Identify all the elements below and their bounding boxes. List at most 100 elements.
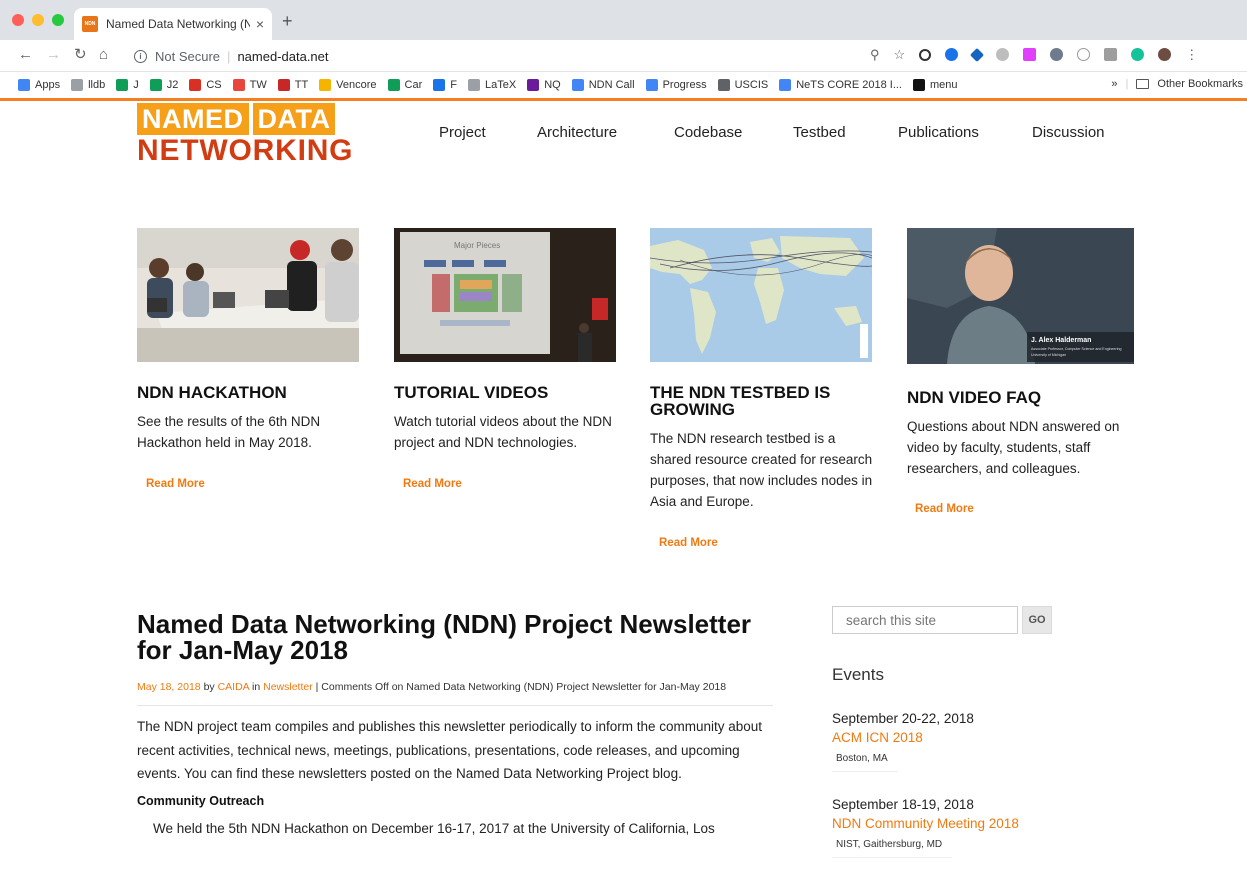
nav-architecture[interactable]: Architecture — [537, 124, 617, 141]
card-title[interactable]: THE NDN TESTBED IS GROWING — [650, 384, 878, 418]
bookmark-item[interactable]: LaTeX — [468, 79, 516, 91]
tutorial-photo[interactable]: Major Pieces — [394, 228, 616, 362]
hackathon-photo[interactable] — [137, 228, 359, 362]
extension-square-icon[interactable] — [1104, 48, 1118, 61]
extension-grey-icon[interactable] — [996, 48, 1010, 61]
extension-arrow-icon[interactable] — [970, 47, 985, 62]
new-tab-button[interactable]: + — [282, 12, 293, 30]
video-caption-role: Associate Professor, Computer Science an… — [1031, 347, 1122, 351]
post-category-link[interactable]: Newsletter — [263, 681, 313, 693]
read-more-link[interactable]: Read More — [650, 537, 878, 549]
zoom-icon[interactable]: ⚲ — [870, 48, 880, 61]
page-icon — [468, 79, 481, 91]
bookmark-item[interactable]: TT — [277, 79, 309, 91]
post-date-link[interactable]: May 18, 2018 — [137, 681, 201, 693]
browser-tab[interactable]: NDN Named Data Networking (NDN × — [74, 8, 272, 40]
read-more-link[interactable]: Read More — [137, 478, 365, 490]
bookmark-star-icon[interactable]: ☆ — [894, 48, 906, 61]
card-title[interactable]: NDN HACKATHON — [137, 384, 365, 401]
logo-word-named: NAMED — [137, 103, 249, 135]
nav-publications[interactable]: Publications — [898, 124, 979, 141]
maximize-window-button[interactable] — [52, 14, 64, 26]
bookmark-item[interactable]: TW — [232, 79, 267, 91]
slide-title: Major Pieces — [454, 241, 500, 250]
tab-close-icon[interactable]: × — [256, 16, 264, 32]
docs-icon — [779, 79, 792, 91]
search-go-button[interactable]: GO — [1022, 606, 1052, 634]
nav-discussion[interactable]: Discussion — [1032, 124, 1105, 141]
section-text: We held the 5th NDN Hackathon on Decembe… — [153, 820, 715, 836]
video-faq-still[interactable]: J. Alex Halderman Associate Professor, C… — [907, 228, 1134, 364]
bookmark-label: menu — [929, 79, 958, 91]
bookmark-label: J — [133, 79, 139, 91]
post-author-link[interactable]: CAIDA — [218, 681, 250, 693]
read-more-link[interactable]: Read More — [907, 503, 1135, 515]
logo-word-networking: NETWORKING — [137, 134, 354, 167]
bookmark-item[interactable]: lldb — [71, 79, 105, 91]
bookmark-item[interactable]: Car — [387, 79, 422, 91]
event-link[interactable]: NDN Community Meeting 2018 — [832, 816, 1072, 831]
sheets-icon — [116, 79, 129, 91]
bookmark-label: J2 — [166, 79, 179, 91]
profile-avatar-icon[interactable] — [1158, 48, 1172, 61]
post-by: by — [203, 681, 215, 693]
extension-globe-icon[interactable] — [1050, 48, 1064, 61]
home-icon[interactable]: ⌂ — [99, 47, 108, 63]
bookmark-item[interactable]: NeTS CORE 2018 I... — [779, 79, 902, 91]
bookmark-item[interactable]: J2 — [149, 79, 179, 91]
bookmarks-bar: Apps lldb J J2 CS TW TT Vencore Car F LaTeX NQ NDN C… — [0, 72, 1247, 98]
reload-icon[interactable]: ↻ — [74, 47, 87, 63]
testbed-map[interactable] — [650, 228, 872, 362]
url-text[interactable]: named-data.net — [237, 49, 328, 64]
post-title[interactable]: Named Data Networking (NDN) Project News… — [137, 611, 773, 663]
back-arrow-icon[interactable]: ← — [18, 47, 33, 63]
menu-dots-icon[interactable]: ⋮ — [1185, 48, 1198, 61]
info-icon[interactable]: i — [134, 49, 147, 63]
bookmark-item[interactable]: USCIS — [717, 79, 769, 91]
bookmark-label: LaTeX — [485, 79, 517, 91]
nav-codebase[interactable]: Codebase — [674, 124, 742, 141]
nav-project[interactable]: Project — [439, 124, 486, 141]
forward-arrow-icon[interactable]: → — [46, 47, 61, 63]
browser-toolbar: ← → ↻ ⌂ i Not Secure | named-data.net ⚲ … — [0, 40, 1247, 72]
bookmark-label: Vencore — [336, 79, 377, 91]
bookmark-item[interactable]: Vencore — [319, 79, 377, 91]
card-title[interactable]: NDN VIDEO FAQ — [907, 389, 1135, 406]
bookmark-item[interactable]: F — [433, 79, 457, 91]
bookmark-label: USCIS — [734, 79, 769, 91]
minimize-window-button[interactable] — [32, 14, 44, 26]
bookmark-item[interactable]: NDN Call — [571, 79, 635, 91]
event-date: September 20-22, 2018 — [832, 711, 974, 726]
bookmark-item[interactable]: Progress — [645, 79, 707, 91]
bookmarks-overflow-button[interactable]: » — [1111, 78, 1117, 90]
search-input[interactable] — [832, 606, 1018, 634]
card-text: See the results of the 6th NDN Hackathon… — [137, 414, 321, 450]
onepassword-icon[interactable] — [919, 48, 932, 61]
bookmark-item[interactable]: NQ — [527, 79, 561, 91]
nav-testbed[interactable]: Testbed — [793, 124, 846, 141]
italic-d-icon — [912, 79, 925, 91]
bookmarks-bar-right: » | Other Bookmarks — [1105, 78, 1243, 90]
bookmark-item[interactable]: J — [116, 79, 139, 91]
card-text: The NDN research testbed is a shared res… — [650, 431, 873, 509]
event-link[interactable]: ACM ICN 2018 — [832, 730, 1072, 745]
extension-blue-icon[interactable] — [945, 48, 959, 61]
other-bookmarks[interactable]: Other Bookmarks — [1157, 78, 1243, 90]
close-window-button[interactable] — [12, 14, 24, 26]
extension-circle-icon[interactable] — [1077, 48, 1091, 61]
card-title[interactable]: TUTORIAL VIDEOS — [394, 384, 622, 401]
read-more-link[interactable]: Read More — [394, 478, 622, 490]
bookmark-item[interactable]: Apps — [18, 79, 60, 91]
bookmark-item[interactable]: CS — [189, 79, 222, 91]
bookmark-label: NDN Call — [588, 79, 635, 91]
grammarly-icon[interactable] — [1131, 48, 1145, 61]
bookmark-label: TT — [294, 79, 309, 91]
ndn-logo[interactable]: NAMED DATA NETWORKING — [137, 103, 365, 169]
event-item: September 20-22, 2018 ACM ICN 2018 Bosto… — [832, 711, 1072, 772]
video-faq-still-illustration: J. Alex Halderman Associate Professor, C… — [907, 228, 1134, 364]
rss-icon[interactable] — [1023, 48, 1037, 61]
event-location: NIST, Gaithersburg, MD — [832, 839, 952, 858]
feature-card-tutorials: Major Pieces TUTORIAL VIDEOS Watch tutor… — [394, 228, 622, 490]
bookmark-item[interactable]: menu — [912, 79, 958, 91]
event-location: Boston, MA — [832, 753, 898, 772]
